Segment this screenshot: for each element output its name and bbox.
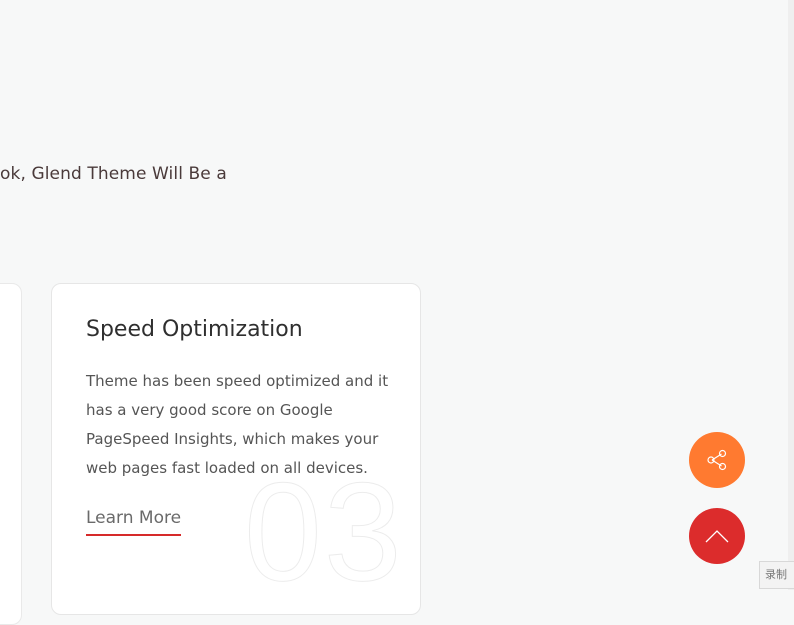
- feature-card-previous: [0, 283, 22, 625]
- share-icon: [707, 449, 727, 471]
- share-button[interactable]: [689, 432, 745, 488]
- scrollbar-track[interactable]: [788, 0, 794, 590]
- learn-more-link[interactable]: Learn More: [86, 504, 182, 536]
- chevron-up-icon: [705, 530, 729, 543]
- card-title: Speed Optimization: [86, 317, 303, 342]
- recording-watermark: 录制: [759, 561, 794, 589]
- feature-card: 03 Speed Optimization Theme has been spe…: [51, 283, 421, 615]
- card-description: Theme has been speed optimized and it ha…: [86, 372, 389, 477]
- hero-tagline: ok, Glend Theme Will Be a: [0, 164, 227, 184]
- scroll-to-top-button[interactable]: [689, 508, 745, 564]
- card-number: 03: [244, 453, 404, 610]
